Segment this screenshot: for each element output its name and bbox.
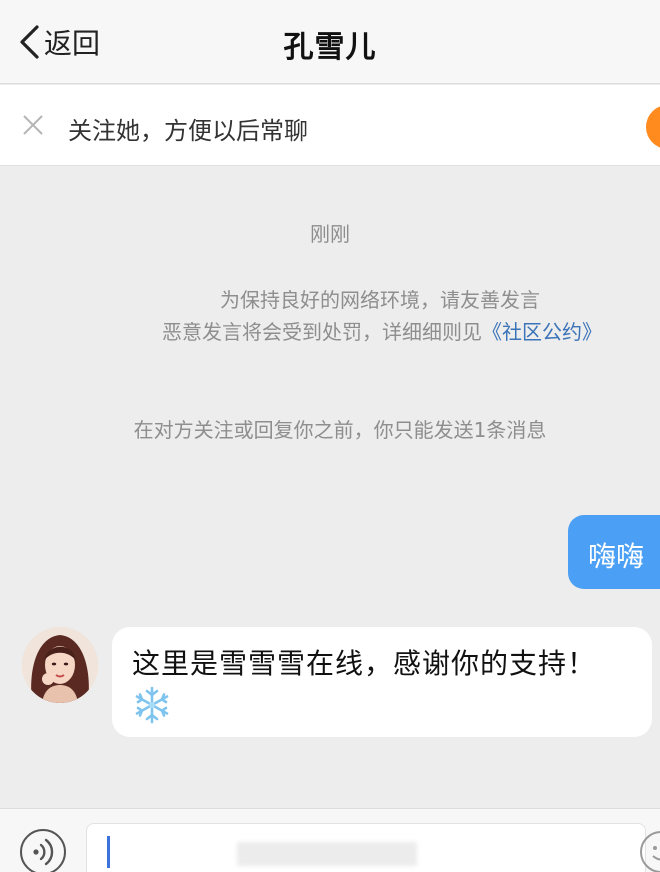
- message-input-bar: [0, 808, 660, 872]
- community-notice-text: 恶意发言将会受到处罚，详细细则见: [162, 320, 482, 344]
- message-limit-notice: 在对方关注或回复你之前，你只能发送1条消息: [133, 418, 547, 442]
- message-timestamp: 刚刚: [310, 222, 350, 246]
- incoming-message-bubble[interactable]: 这里是雪雪雪在线，感谢你的支持！: [112, 627, 652, 737]
- avatar[interactable]: [22, 627, 98, 703]
- emoji-icon: [652, 846, 660, 861]
- community-rules-link[interactable]: 《社区公约》: [482, 320, 602, 344]
- avatar-portrait-icon: [22, 627, 98, 703]
- incoming-message-text: 这里是雪雪雪在线，感谢你的支持！: [132, 647, 597, 680]
- follow-suggestion-text: 关注她，方便以后常聊: [68, 117, 308, 145]
- follow-suggestion-bar: 关注她，方便以后常聊: [0, 85, 660, 166]
- blurred-placeholder: [237, 842, 417, 866]
- message-input[interactable]: [86, 823, 646, 872]
- outgoing-message-bubble[interactable]: 嗨嗨: [568, 515, 660, 589]
- follow-button[interactable]: [646, 105, 660, 149]
- community-notice-line2: 恶意发言将会受到处罚，详细细则见《社区公约》: [52, 316, 660, 345]
- voice-icon: [33, 838, 54, 866]
- chat-screen: 返回 孔雪儿 关注她，方便以后常聊 刚刚 为保持良好的网络环境，请友善发言 恶意…: [0, 0, 660, 872]
- page-title: 孔雪儿: [283, 30, 377, 65]
- community-notice-line1: 为保持良好的网络环境，请友善发言: [220, 288, 540, 312]
- voice-button[interactable]: [20, 829, 66, 872]
- text-caret: [107, 836, 110, 868]
- nav-header: 返回 孔雪儿: [0, 0, 660, 84]
- emoji-button[interactable]: [640, 831, 660, 872]
- snowflake-icon: [135, 686, 169, 724]
- close-icon[interactable]: [20, 112, 46, 138]
